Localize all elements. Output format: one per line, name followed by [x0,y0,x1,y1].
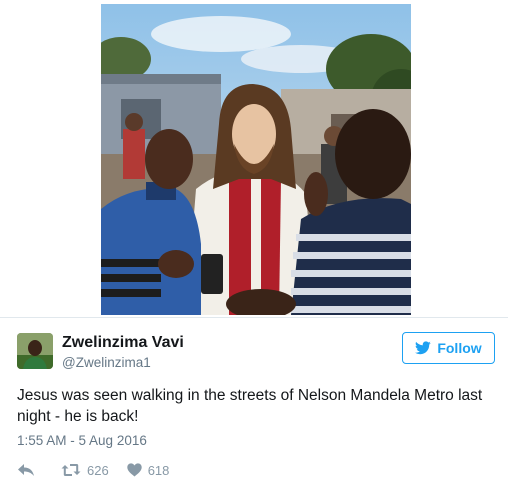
author-name[interactable]: Zwelinzima Vavi [62,334,184,352]
tweet-text: Jesus was seen walking in the streets of… [17,387,483,425]
reply-button[interactable] [17,463,35,477]
retweet-icon [61,464,81,476]
like-button[interactable]: 618 [127,462,170,478]
like-count: 618 [147,462,170,478]
follow-button[interactable]: Follow [402,332,495,364]
twitter-bird-icon [415,341,432,355]
tweet-timestamp[interactable]: 1:55 AM - 5 Aug 2016 [17,433,147,448]
media-divider [0,317,508,318]
tweet-media [0,0,508,318]
avatar[interactable] [17,333,53,369]
tweet-photo[interactable] [101,4,411,315]
heart-icon [127,463,142,477]
retweet-button[interactable]: 626 [61,463,109,478]
follow-label: Follow [437,340,482,356]
reply-icon [18,464,34,476]
author-handle[interactable]: @Zwelinzima1 [62,355,151,370]
retweet-count: 626 [87,462,109,478]
tweet-actions: 626 618 [17,461,169,479]
